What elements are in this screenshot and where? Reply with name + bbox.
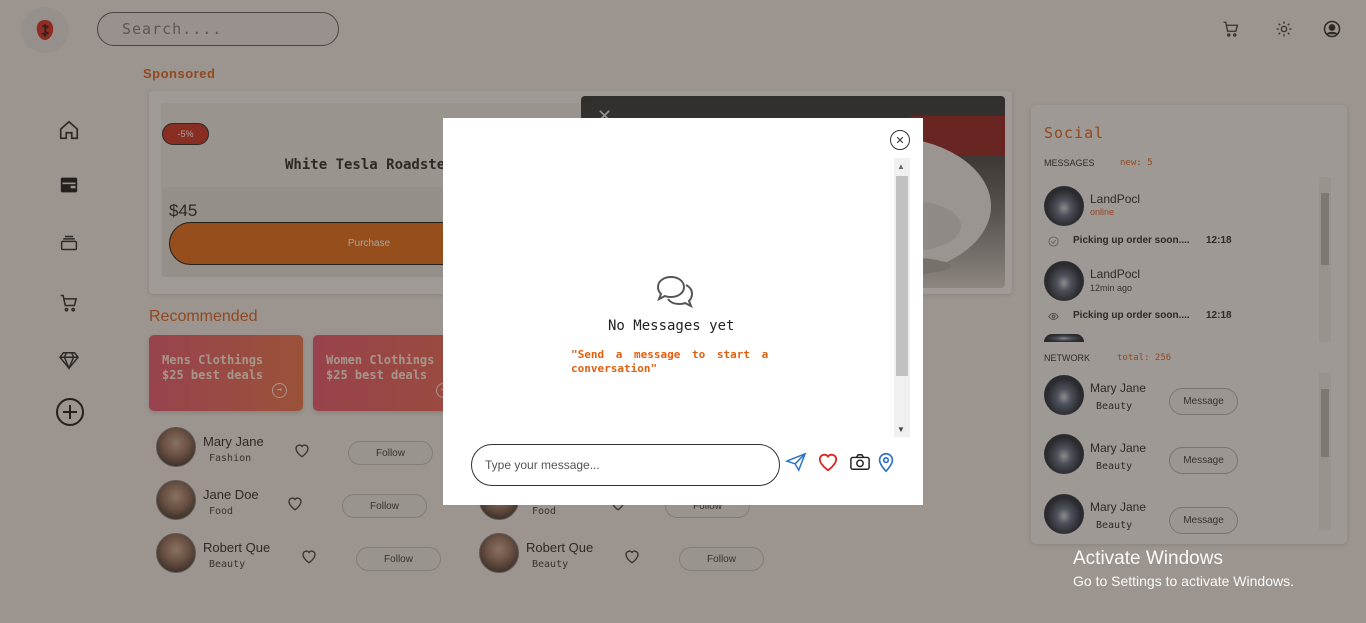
location-icon[interactable] xyxy=(874,451,898,473)
send-icon[interactable] xyxy=(784,451,808,473)
empty-state-subtitle: "Send a message to start a conversation" xyxy=(571,348,769,375)
close-icon[interactable]: ✕ xyxy=(890,130,910,150)
camera-icon[interactable] xyxy=(848,451,872,473)
activate-windows-title: Activate Windows xyxy=(1073,548,1223,569)
empty-state-title: No Messages yet xyxy=(608,318,735,334)
scroll-up-icon[interactable]: ▲ xyxy=(897,162,905,171)
activate-windows-subtitle: Go to Settings to activate Windows. xyxy=(1073,573,1294,589)
scrollbar-thumb[interactable] xyxy=(896,176,908,376)
scroll-down-icon[interactable]: ▼ xyxy=(897,425,905,434)
message-input[interactable] xyxy=(471,444,780,486)
heart-icon[interactable] xyxy=(816,451,840,473)
chat-bubbles-icon xyxy=(654,273,696,311)
